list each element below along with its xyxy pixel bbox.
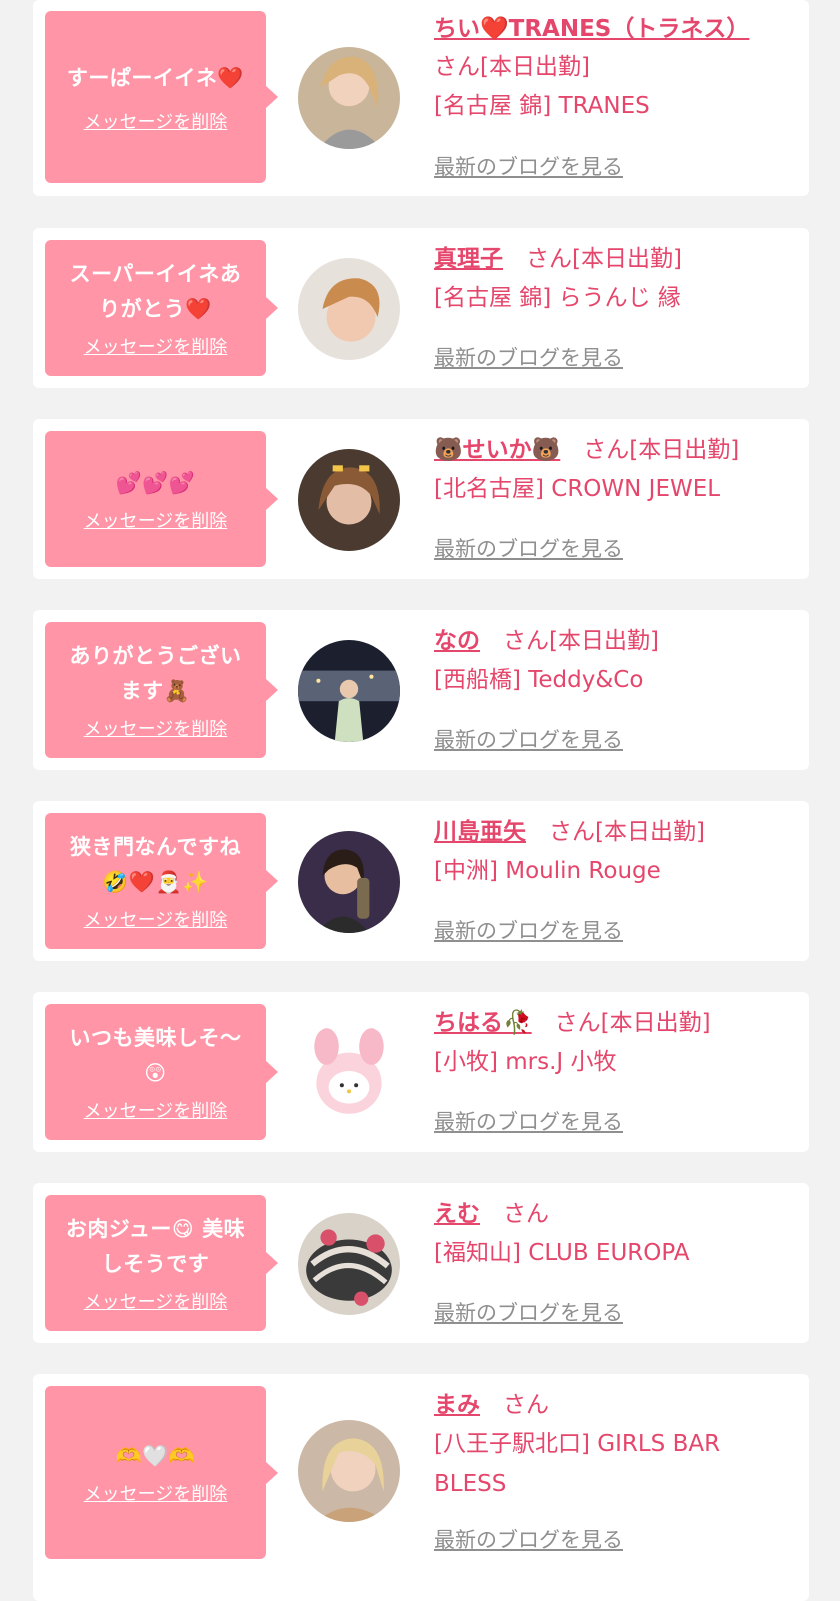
message-bubble: すーぱーイイネ❤️ メッセージを削除 [45,11,266,183]
avatar[interactable] [298,1420,400,1522]
message-text: 狭き門なんですね 🤣❤️🎅✨ [70,835,241,894]
delete-message-link[interactable]: メッセージを削除 [84,1480,228,1506]
profile-name-link[interactable]: なの [434,628,480,654]
delete-message-link[interactable]: メッセージを削除 [84,1288,228,1314]
shop-label: [名古屋 錦] TRANES [434,93,650,119]
list-item: お肉ジュー😋 美味 しそうです メッセージを削除 えむ さん [福知山] CLU… [33,1183,809,1343]
delete-message-link[interactable]: メッセージを削除 [84,333,228,359]
profile-status: さん[本日出勤] [583,437,740,463]
latest-blog-link[interactable]: 最新のブログを見る [434,151,623,181]
profile-info: なの さん[本日出勤] [西船橋] Teddy&Co [434,622,789,700]
latest-blog-link[interactable]: 最新のブログを見る [434,342,623,372]
list-item: 💕💕💕 メッセージを削除 🐻せいか🐻 さん[本日出勤] [北名古屋] CROWN… [33,419,809,579]
list-item: ありがとうござい ます🧸 メッセージを削除 なの さん[本日出勤] [西船橋] … [33,610,809,770]
profile-name-link[interactable]: ちはる🥀 [434,1010,532,1036]
message-bubble: スーパーイイネあ りがとう❤️ メッセージを削除 [45,240,266,376]
profile-status: さん[本日出勤] [526,246,682,272]
list-item: 狭き門なんですね 🤣❤️🎅✨ メッセージを削除 川島亜矢 さん[本日出勤] [中… [33,801,809,961]
profile-status: さん[本日出勤] [434,54,590,80]
latest-blog-link[interactable]: 最新のブログを見る [434,1524,623,1554]
avatar[interactable] [298,258,400,360]
message-text: いつも美味しそ〜 😲 [69,1026,242,1085]
list-item: いつも美味しそ〜 😲 メッセージを削除 ちはる🥀 さん[本日出勤] [小牧] m… [33,992,809,1152]
profile-info: 川島亜矢 さん[本日出勤] [中洲] Moulin Rouge [434,813,789,891]
delete-message-link[interactable]: メッセージを削除 [84,108,228,134]
profile-name-link[interactable]: まみ [434,1392,480,1418]
avatar[interactable] [298,1022,400,1124]
message-text: 🫶🤍🫶 [115,1444,196,1468]
message-bubble: お肉ジュー😋 美味 しそうです メッセージを削除 [45,1195,266,1331]
shop-label: [福知山] CLUB EUROPA [434,1240,690,1266]
latest-blog-link[interactable]: 最新のブログを見る [434,533,623,563]
latest-blog-link[interactable]: 最新のブログを見る [434,1297,623,1327]
profile-status: さん [503,1392,549,1418]
notification-list: すーぱーイイネ❤️ メッセージを削除 ちい❤️TRANES（トラネス） さん[本… [0,0,840,1601]
list-item: 🫶🤍🫶 メッセージを削除 まみ さん [八王子駅北口] GIRLS BAR BL… [33,1374,809,1601]
avatar[interactable] [298,47,400,149]
avatar[interactable] [298,449,400,551]
shop-label: [西船橋] Teddy&Co [434,667,644,693]
message-text: お肉ジュー😋 美味 しそうです [65,1217,246,1276]
delete-message-link[interactable]: メッセージを削除 [84,507,228,533]
profile-name-link[interactable]: 真理子 [434,246,503,272]
delete-message-link[interactable]: メッセージを削除 [84,906,228,932]
profile-info: まみ さん [八王子駅北口] GIRLS BAR BLESS [434,1386,789,1504]
profile-status: さん [503,1201,549,1227]
profile-status: さん[本日出勤] [503,628,659,654]
avatar[interactable] [298,640,400,742]
message-bubble: 💕💕💕 メッセージを削除 [45,431,266,567]
latest-blog-link[interactable]: 最新のブログを見る [434,724,623,754]
profile-info: 🐻せいか🐻 さん[本日出勤] [北名古屋] CROWN JEWEL [434,431,789,509]
message-bubble: ありがとうござい ます🧸 メッセージを削除 [45,622,266,758]
message-text: ありがとうござい ます🧸 [69,644,242,703]
shop-label: [八王子駅北口] GIRLS BAR BLESS [434,1431,721,1497]
profile-info: ちはる🥀 さん[本日出勤] [小牧] mrs.J 小牧 [434,1004,789,1082]
message-text: すーぱーイイネ❤️ [66,65,245,90]
list-item: すーぱーイイネ❤️ メッセージを削除 ちい❤️TRANES（トラネス） さん[本… [33,0,809,196]
message-bubble: 🫶🤍🫶 メッセージを削除 [45,1386,266,1559]
profile-status: さん[本日出勤] [554,1010,711,1036]
latest-blog-link[interactable]: 最新のブログを見る [434,1106,623,1136]
list-item: スーパーイイネあ りがとう❤️ メッセージを削除 真理子 さん[本日出勤] [名… [33,228,809,388]
message-text: 💕💕💕 [115,470,196,495]
delete-message-link[interactable]: メッセージを削除 [84,715,228,741]
message-bubble: 狭き門なんですね 🤣❤️🎅✨ メッセージを削除 [45,813,266,949]
shop-label: [小牧] mrs.J 小牧 [434,1049,617,1075]
profile-name-link[interactable]: 🐻せいか🐻 [434,437,560,463]
message-text: スーパーイイネあ りがとう❤️ [69,262,242,321]
profile-info: ちい❤️TRANES（トラネス） さん[本日出勤] [名古屋 錦] TRANES [434,10,789,126]
message-bubble: いつも美味しそ〜 😲 メッセージを削除 [45,1004,266,1140]
latest-blog-link[interactable]: 最新のブログを見る [434,915,623,945]
profile-name-link[interactable]: えむ [434,1201,480,1227]
delete-message-link[interactable]: メッセージを削除 [84,1097,228,1123]
profile-name-link[interactable]: ちい❤️TRANES（トラネス） [434,16,749,42]
shop-label: [中洲] Moulin Rouge [434,858,661,884]
profile-info: えむ さん [福知山] CLUB EUROPA [434,1195,789,1273]
profile-name-link[interactable]: 川島亜矢 [434,819,526,845]
shop-label: [北名古屋] CROWN JEWEL [434,476,721,502]
shop-label: [名古屋 錦] らうんじ 縁 [434,285,681,311]
profile-status: さん[本日出勤] [549,819,705,845]
profile-info: 真理子 さん[本日出勤] [名古屋 錦] らうんじ 縁 [434,240,789,318]
avatar[interactable] [298,831,400,933]
avatar[interactable] [298,1213,400,1315]
